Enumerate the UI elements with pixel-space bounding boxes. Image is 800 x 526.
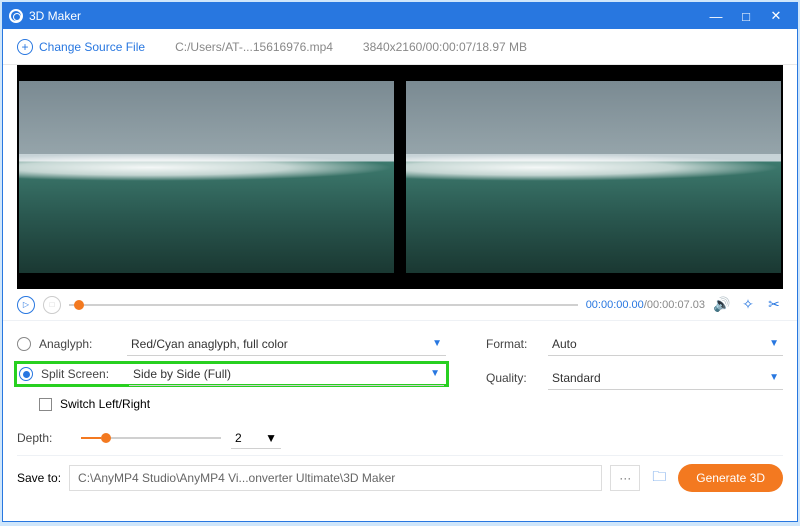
stop-button[interactable]: □ <box>43 296 61 314</box>
volume-icon[interactable]: 🔊 <box>713 296 731 313</box>
depth-row: Depth: 2 ▼ <box>17 425 446 451</box>
switch-label: Switch Left/Right <box>60 397 150 411</box>
close-button[interactable]: ✕ <box>761 8 791 24</box>
change-source-label: Change Source File <box>39 40 145 54</box>
snapshot-icon[interactable]: ✧ <box>739 296 757 313</box>
save-path-input[interactable]: C:\AnyMP4 Studio\AnyMP4 Vi...onverter Ul… <box>69 465 602 491</box>
anaglyph-label: Anaglyph: <box>39 337 119 351</box>
video-preview <box>17 65 783 289</box>
quality-row: Quality: Standard ▼ <box>486 365 783 391</box>
split-screen-select[interactable]: Side by Side (Full) ▼ <box>129 362 444 386</box>
play-button[interactable]: ▷ <box>17 296 35 314</box>
save-to-label: Save to: <box>17 471 61 485</box>
toolbar: + Change Source File C:/Users/AT-...1561… <box>3 29 797 65</box>
chevron-down-icon: ▼ <box>769 372 779 383</box>
quality-label: Quality: <box>486 371 540 385</box>
file-path: C:/Users/AT-...15616976.mp4 <box>175 40 333 54</box>
cut-icon[interactable]: ✂ <box>765 296 783 313</box>
preview-right <box>406 81 781 273</box>
generate-3d-button[interactable]: Generate 3D <box>678 464 783 492</box>
chevron-down-icon: ▼ <box>265 431 277 445</box>
format-row: Format: Auto ▼ <box>486 331 783 357</box>
playbar: ▷ □ 00:00:00.00/00:00:07.03 🔊 ✧ ✂ <box>3 289 797 321</box>
depth-value-select[interactable]: 2 ▼ <box>231 427 281 449</box>
maximize-button[interactable]: □ <box>731 9 761 24</box>
file-info: 3840x2160/00:00:07/18.97 MB <box>363 40 527 54</box>
app-icon <box>9 9 23 23</box>
anaglyph-row: Anaglyph: Red/Cyan anaglyph, full color … <box>17 331 446 357</box>
split-screen-radio[interactable] <box>19 367 33 381</box>
format-select[interactable]: Auto ▼ <box>548 332 783 356</box>
quality-select[interactable]: Standard ▼ <box>548 366 783 390</box>
anaglyph-radio[interactable] <box>17 337 31 351</box>
depth-slider[interactable] <box>81 437 221 439</box>
switch-checkbox[interactable] <box>39 398 52 411</box>
chevron-down-icon: ▼ <box>430 368 440 379</box>
depth-label: Depth: <box>17 431 71 445</box>
split-screen-label: Split Screen: <box>41 367 121 381</box>
preview-left <box>19 81 394 273</box>
split-screen-row: Split Screen: Side by Side (Full) ▼ <box>14 361 449 387</box>
anaglyph-select[interactable]: Red/Cyan anaglyph, full color ▼ <box>127 332 446 356</box>
minimize-button[interactable]: — <box>701 9 731 24</box>
open-folder-icon[interactable]: 🗀 <box>648 466 670 490</box>
settings-panel: Anaglyph: Red/Cyan anaglyph, full color … <box>3 321 797 455</box>
titlebar: 3D Maker — □ ✕ <box>3 3 797 29</box>
chevron-down-icon: ▼ <box>769 338 779 349</box>
app-window: 3D Maker — □ ✕ + Change Source File C:/U… <box>2 2 798 522</box>
plus-icon: + <box>17 39 33 55</box>
progress-slider[interactable] <box>69 304 578 306</box>
time-display: 00:00:00.00/00:00:07.03 <box>586 299 705 311</box>
change-source-button[interactable]: + Change Source File <box>17 39 145 55</box>
browse-button[interactable]: ··· <box>610 465 640 491</box>
chevron-down-icon: ▼ <box>432 338 442 349</box>
format-label: Format: <box>486 337 540 351</box>
app-title: 3D Maker <box>29 9 81 23</box>
footer: Save to: C:\AnyMP4 Studio\AnyMP4 Vi...on… <box>3 456 797 500</box>
switch-row: Switch Left/Right <box>17 391 446 417</box>
